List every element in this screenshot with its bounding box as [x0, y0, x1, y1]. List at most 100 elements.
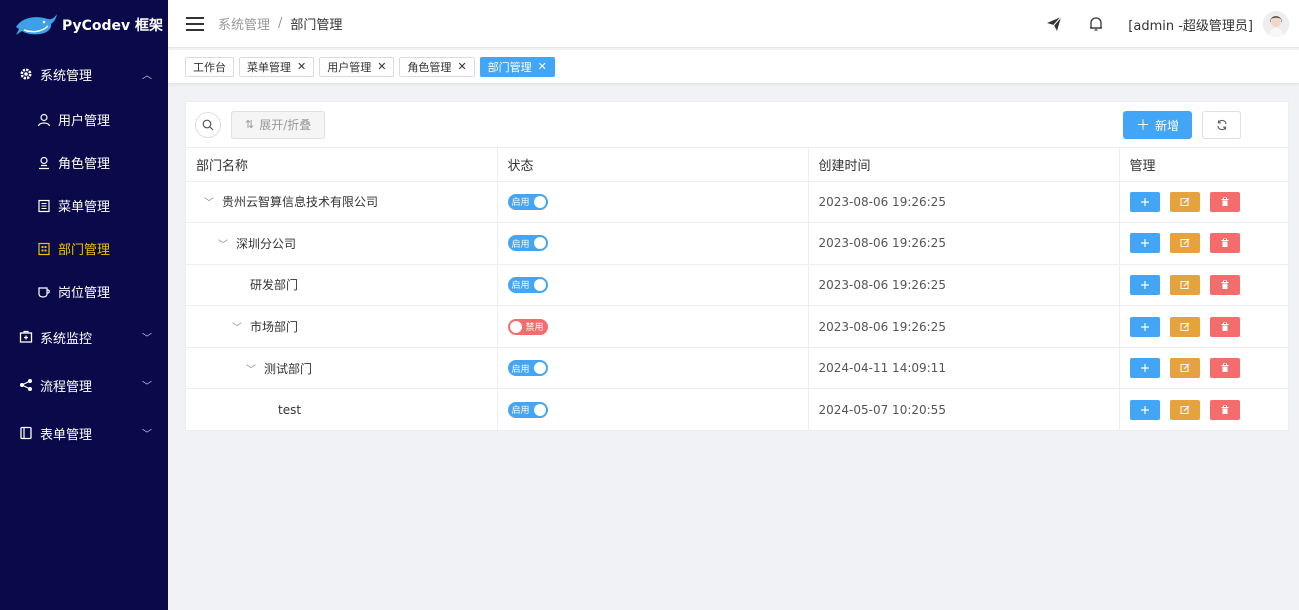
trash-icon	[1221, 405, 1228, 414]
close-icon[interactable]: ✕	[538, 60, 547, 73]
avatar[interactable]	[1263, 11, 1289, 37]
delete-button[interactable]	[1209, 399, 1240, 420]
edit-button[interactable]	[1169, 233, 1200, 254]
chevron-down-icon[interactable]: ﹀	[246, 361, 260, 376]
sidebar-item-users[interactable]: 用户管理	[0, 98, 168, 141]
edit-button[interactable]	[1169, 316, 1200, 337]
department-name-cell: ﹀ 贵州云智算信息技术有限公司	[186, 181, 498, 224]
delete-button[interactable]	[1209, 316, 1240, 337]
refresh-icon	[1216, 119, 1227, 131]
breadcrumb-separator: /	[278, 16, 283, 31]
user-icon	[36, 112, 52, 128]
logo[interactable]: PyCodev 框架	[0, 0, 168, 50]
expand-collapse-button[interactable]: ⇅ 展开/折叠	[231, 110, 326, 139]
switch-knob	[533, 362, 546, 375]
add-child-button[interactable]	[1129, 316, 1160, 337]
breadcrumb-item[interactable]: 系统管理	[218, 14, 270, 33]
status-label: 启用	[511, 281, 530, 292]
column-header: 创建时间	[808, 148, 1120, 182]
role-icon	[36, 155, 52, 171]
edit-button[interactable]	[1169, 191, 1200, 212]
status-cell: 启用	[497, 222, 809, 265]
status-switch[interactable]: 启用	[507, 276, 548, 293]
edit-button[interactable]	[1169, 274, 1200, 295]
paper-plane-icon[interactable]	[1044, 14, 1064, 34]
table-row: ﹀ 深圳分公司 启用 2023-08-06 19:26:25	[186, 222, 1290, 265]
refresh-button[interactable]	[1202, 111, 1241, 139]
add-child-button[interactable]	[1129, 191, 1160, 212]
plus-icon	[1140, 364, 1149, 373]
sidebar-group-system[interactable]: 系统管理 ︿	[0, 50, 168, 98]
add-child-button[interactable]	[1129, 274, 1160, 295]
edit-icon	[1180, 197, 1189, 206]
tag-users[interactable]: 用户管理 ✕	[319, 56, 395, 77]
close-icon[interactable]: ✕	[297, 60, 306, 73]
search-button[interactable]	[195, 111, 221, 138]
tag-menus[interactable]: 菜单管理 ✕	[239, 56, 315, 77]
trash-icon	[1221, 197, 1228, 206]
sidebar-group-monitor[interactable]: 系统监控 ﹀	[0, 313, 168, 361]
chevron-down-icon[interactable]: ﹀	[232, 319, 246, 334]
bell-icon[interactable]	[1086, 14, 1106, 34]
department-name: 研发部门	[250, 278, 299, 293]
chevron-down-icon[interactable]: ﹀	[204, 194, 218, 209]
tag-roles[interactable]: 角色管理 ✕	[399, 56, 475, 77]
close-icon[interactable]: ✕	[377, 60, 386, 73]
add-child-button[interactable]	[1129, 358, 1160, 379]
sidebar-item-posts[interactable]: 岗位管理	[0, 270, 168, 313]
status-switch[interactable]: 启用	[507, 401, 548, 418]
status-switch[interactable]: 启用	[507, 193, 548, 210]
actions-cell	[1119, 181, 1290, 224]
table-row: ﹀ 贵州云智算信息技术有限公司 启用 2023-08-06 19:26:25	[186, 181, 1290, 224]
department-card: ⇅ 展开/折叠 ＋ 新增 部门名称 状态 创建时间 管理 ﹀ 贵州云智算信息技术有…	[185, 101, 1290, 432]
sidebar-group-workflow[interactable]: 流程管理 ﹀	[0, 361, 168, 409]
status-switch[interactable]: 禁用	[507, 318, 548, 335]
delete-button[interactable]	[1209, 274, 1240, 295]
department-name: 市场部门	[250, 320, 299, 335]
table-header-row: 部门名称 状态 创建时间 管理	[186, 148, 1290, 182]
add-button-label: 新增	[1154, 118, 1179, 133]
delete-button[interactable]	[1209, 191, 1240, 212]
switch-knob	[533, 237, 546, 250]
form-icon	[18, 425, 34, 441]
tag-label: 用户管理	[327, 60, 372, 74]
breadcrumb-current: 部门管理	[290, 18, 343, 33]
add-child-button[interactable]	[1129, 399, 1160, 420]
menu-list-icon	[36, 198, 52, 214]
chevron-down-icon[interactable]: ﹀	[218, 236, 232, 251]
status-label: 禁用	[525, 323, 544, 334]
expand-collapse-label: 展开/折叠	[259, 118, 312, 132]
created-time-cell: 2023-08-06 19:26:25	[808, 264, 1120, 307]
delete-button[interactable]	[1209, 233, 1240, 254]
sidebar-item-label: 岗位管理	[58, 286, 111, 301]
tag-dashboard[interactable]: 工作台	[185, 56, 234, 77]
hamburger-menu-icon[interactable]	[186, 16, 204, 31]
actions-cell	[1119, 222, 1290, 265]
user-name[interactable]: [admin -超级管理员]	[1128, 15, 1253, 34]
sidebar-item-departments[interactable]: 部门管理	[0, 227, 168, 270]
edit-button[interactable]	[1169, 358, 1200, 379]
delete-button[interactable]	[1209, 358, 1240, 379]
dolphin-logo-icon	[14, 11, 58, 39]
sidebar-item-roles[interactable]: 角色管理	[0, 141, 168, 184]
sidebar-item-menus[interactable]: 菜单管理	[0, 184, 168, 227]
sidebar-item-label: 角色管理	[58, 157, 111, 172]
column-header: 管理	[1119, 148, 1290, 182]
top-header: 系统管理 / 部门管理 [admin -超级管理员]	[168, 0, 1299, 48]
trash-icon	[1221, 238, 1228, 248]
status-switch[interactable]: 启用	[507, 360, 548, 377]
tag-departments[interactable]: 部门管理 ✕	[479, 56, 555, 77]
edit-button[interactable]	[1169, 399, 1200, 420]
add-child-button[interactable]	[1129, 233, 1160, 254]
chevron-up-icon: ︿	[142, 70, 152, 82]
edit-icon	[1180, 363, 1189, 373]
status-switch[interactable]: 启用	[507, 235, 548, 252]
status-label: 启用	[511, 198, 530, 209]
table-row: test 启用 2024-05-07 10:20:55	[186, 388, 1290, 432]
tag-label: 角色管理	[407, 60, 452, 74]
close-icon[interactable]: ✕	[457, 60, 466, 73]
department-table: 部门名称 状态 创建时间 管理 ﹀ 贵州云智算信息技术有限公司 启用 2023-08-…	[186, 148, 1290, 432]
add-button[interactable]: ＋ 新增	[1123, 111, 1192, 139]
sidebar-group-forms[interactable]: 表单管理 ﹀	[0, 409, 168, 457]
chevron-down-icon: ﹀	[142, 333, 152, 345]
